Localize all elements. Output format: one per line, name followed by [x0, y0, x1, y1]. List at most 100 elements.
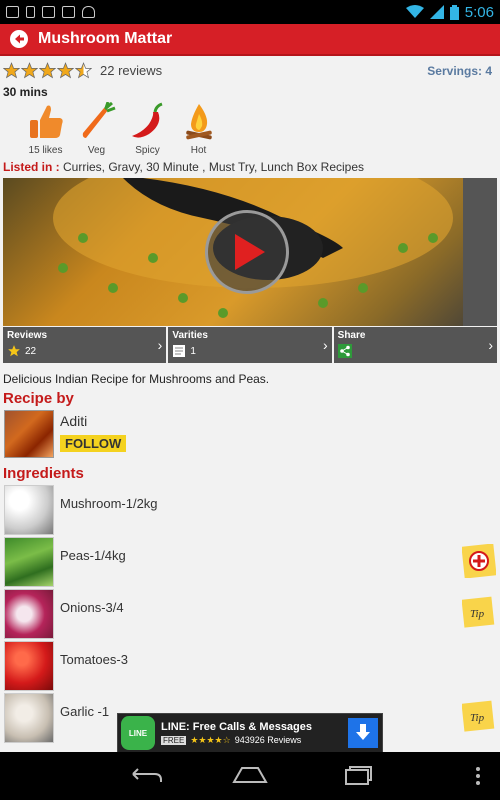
- recipe-content[interactable]: 22 reviews Servings: 4 30 mins 15 likes …: [0, 56, 500, 752]
- checkbox-icon: [42, 6, 55, 18]
- ad-logo-text: LINE: [128, 728, 148, 738]
- thumbs-up-icon: [24, 100, 68, 144]
- signal-icon: [429, 5, 444, 19]
- nav-menu-button[interactable]: [468, 764, 488, 788]
- ad-rating: ★★★★☆: [190, 734, 231, 745]
- reviews-count[interactable]: 22 reviews: [100, 63, 162, 78]
- tag-hot: Hot: [173, 100, 224, 156]
- back-icon: [132, 768, 162, 782]
- overflow-menu-icon: [476, 767, 480, 785]
- author-card: Aditi FOLLOW: [4, 410, 127, 458]
- ingredient-name: Onions-3/4: [60, 599, 124, 615]
- sim-icon: [26, 6, 35, 18]
- tag-label: Veg: [87, 145, 106, 156]
- fire-icon: [177, 100, 221, 144]
- peas-image: [4, 537, 54, 587]
- share-icon: [337, 344, 352, 358]
- ingredient-name: Tomatoes-3: [60, 651, 128, 667]
- ingredient-item: Mushroom-1/2kg: [4, 484, 498, 536]
- reviews-tile[interactable]: Reviews 22 ›: [3, 327, 167, 363]
- mail-icon: [6, 6, 19, 18]
- android-icon: [82, 6, 95, 18]
- ingredient-name: Garlic -1: [60, 703, 110, 719]
- tag-label: Hot: [190, 145, 207, 156]
- ingredient-name: Mushroom-1/2kg: [60, 495, 158, 511]
- recipe-description: Delicious Indian Recipe for Mushrooms an…: [3, 372, 270, 386]
- ingredients-list: Mushroom-1/2kg Peas-1/4kg Onions-3/4 Tip…: [4, 484, 498, 744]
- back-arrow-icon: [15, 34, 24, 44]
- add-to-list-button[interactable]: [461, 543, 497, 579]
- varities-tile-label: Varities: [172, 330, 208, 341]
- star-icon: [57, 62, 74, 79]
- recipe-by-heading: Recipe by: [3, 390, 74, 407]
- ingredient-item: Peas-1/4kg: [4, 536, 498, 588]
- tag-spicy: Spicy: [122, 100, 173, 156]
- ad-free-badge: FREE: [161, 735, 187, 745]
- tip-note-icon: Tip: [461, 596, 495, 628]
- carrot-icon: [75, 100, 119, 144]
- chevron-right-icon: ›: [488, 337, 493, 353]
- tag-veg: Veg: [71, 100, 122, 156]
- listed-in-categories[interactable]: Curries, Gravy, 30 Minute , Must Try, Lu…: [60, 160, 364, 174]
- chevron-right-icon: ›: [157, 337, 163, 353]
- status-time: 5:06: [464, 3, 494, 21]
- tomato-image: [4, 641, 54, 691]
- ingredient-item: Onions-3/4 Tip: [4, 588, 498, 640]
- star-icon: [7, 344, 21, 358]
- play-icon: [235, 234, 265, 270]
- ad-title: LINE: Free Calls & Messages: [161, 720, 313, 733]
- mushroom-image: [4, 485, 54, 535]
- page-title: Mushroom Mattar: [38, 30, 173, 47]
- tip-button[interactable]: Tip: [461, 700, 496, 734]
- tag-likes[interactable]: 15 likes: [20, 100, 71, 156]
- star-icon: [21, 62, 38, 79]
- recipe-tags: 15 likes Veg Spicy Hot: [20, 100, 224, 156]
- battery-icon: [449, 4, 459, 20]
- reviews-tile-value: 22: [25, 345, 37, 357]
- star-rating: [3, 62, 92, 79]
- tag-label: 15 likes: [28, 145, 63, 156]
- ad-banner[interactable]: LINE LINE: Free Calls & Messages FREE ★★…: [117, 713, 383, 753]
- author-avatar[interactable]: [4, 410, 54, 458]
- author-name[interactable]: Aditi: [60, 413, 126, 429]
- star-icon: [75, 62, 92, 79]
- document-icon: [172, 344, 186, 358]
- star-icon: [3, 62, 20, 79]
- garlic-image: [4, 693, 54, 743]
- ingredient-item: Tomatoes-3: [4, 640, 498, 692]
- line-logo-icon: LINE: [121, 716, 155, 750]
- rating-row: 22 reviews: [3, 62, 162, 79]
- star-icon: [39, 62, 56, 79]
- varities-tile[interactable]: Varities 1 ›: [168, 327, 332, 363]
- servings: Servings: 4: [427, 64, 492, 78]
- nav-home-button[interactable]: [230, 764, 270, 788]
- onion-image: [4, 589, 54, 639]
- follow-button[interactable]: FOLLOW: [60, 435, 127, 452]
- status-bar: 5:06: [0, 0, 500, 24]
- share-tile-label: Share: [337, 330, 366, 341]
- nav-recents-button[interactable]: [338, 764, 378, 788]
- cook-time: 30 mins: [3, 85, 48, 99]
- tip-button[interactable]: Tip: [461, 596, 496, 630]
- back-button[interactable]: [10, 30, 28, 48]
- ad-download-button[interactable]: [348, 718, 378, 748]
- ingredients-heading: Ingredients: [3, 465, 84, 482]
- nav-back-button[interactable]: [125, 764, 165, 788]
- home-icon: [232, 767, 268, 783]
- video-thumbnail[interactable]: [3, 178, 497, 326]
- info-bar: Reviews 22 › Varities 1 › Share ›: [3, 327, 497, 363]
- download-arrow-icon: [356, 724, 370, 740]
- ad-reviews: 943926 Reviews: [234, 735, 302, 745]
- chili-icon: [126, 100, 170, 144]
- listed-in: Listed in : Curries, Gravy, 30 Minute , …: [3, 160, 364, 174]
- svg-text:Tip: Tip: [470, 608, 485, 620]
- chevron-right-icon: ›: [322, 337, 328, 353]
- reviews-tile-label: Reviews: [7, 330, 48, 341]
- add-icon: [461, 543, 497, 579]
- tag-label: Spicy: [135, 145, 160, 156]
- play-button[interactable]: [205, 210, 289, 294]
- action-bar: Mushroom Mattar: [0, 24, 500, 56]
- ingredient-name: Peas-1/4kg: [60, 547, 126, 563]
- share-tile[interactable]: Share ›: [333, 327, 497, 363]
- play-store-icon: [62, 6, 75, 18]
